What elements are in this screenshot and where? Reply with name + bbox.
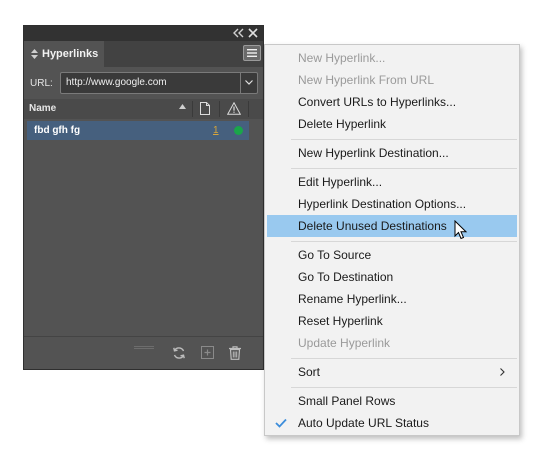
double-chevron-icon[interactable] bbox=[232, 28, 244, 38]
menu-separator bbox=[291, 168, 517, 169]
hyperlinks-panel: Hyperlinks URL: http://www.google.com Na… bbox=[23, 25, 264, 370]
menu-item-label: Rename Hyperlink... bbox=[298, 292, 407, 306]
menu-item-label: Delete Unused Destinations bbox=[298, 219, 447, 233]
menu-item-label: Hyperlink Destination Options... bbox=[298, 197, 467, 211]
chevron-down-icon bbox=[245, 80, 253, 85]
column-divider bbox=[192, 101, 193, 117]
menu-item-label: Delete Hyperlink bbox=[298, 117, 387, 131]
menu-item-destination-options[interactable]: Hyperlink Destination Options... bbox=[267, 193, 517, 215]
refresh-icon[interactable] bbox=[172, 346, 186, 360]
hyperlink-row[interactable]: fbd gfh fg 1 bbox=[27, 121, 249, 140]
menu-item-label: Auto Update URL Status bbox=[298, 416, 429, 430]
tab-hyperlinks[interactable]: Hyperlinks bbox=[24, 41, 104, 67]
menu-item-rename-hyperlink[interactable]: Rename Hyperlink... bbox=[267, 288, 517, 310]
sort-ascending-icon[interactable] bbox=[179, 104, 186, 109]
panel-tab-bar: Hyperlinks bbox=[24, 41, 263, 67]
tab-label: Hyperlinks bbox=[42, 48, 99, 60]
close-icon[interactable] bbox=[248, 28, 258, 38]
menu-item-auto-update-url-status[interactable]: Auto Update URL Status bbox=[267, 412, 517, 434]
menu-item-label: Small Panel Rows bbox=[298, 394, 396, 408]
new-hyperlink-icon[interactable] bbox=[201, 346, 214, 359]
menu-item-new-hyperlink-destination[interactable]: New Hyperlink Destination... bbox=[267, 142, 517, 164]
panel-menu-button[interactable] bbox=[243, 45, 261, 61]
column-divider bbox=[248, 101, 249, 117]
menu-item-label: New Hyperlink Destination... bbox=[298, 146, 449, 160]
menu-item-go-to-destination[interactable]: Go To Destination bbox=[267, 266, 517, 288]
url-value: http://www.google.com bbox=[66, 77, 167, 88]
menu-item-delete-unused-destinations[interactable]: Delete Unused Destinations bbox=[267, 215, 517, 237]
menu-item-label: Edit Hyperlink... bbox=[298, 175, 383, 189]
url-label: URL: bbox=[30, 78, 53, 89]
hyperlink-name: fbd gfh fg bbox=[34, 125, 81, 136]
menu-item-convert-urls[interactable]: Convert URLs to Hyperlinks... bbox=[267, 91, 517, 113]
menu-item-sort[interactable]: Sort bbox=[267, 361, 517, 383]
hyperlink-page-link[interactable]: 1 bbox=[213, 125, 219, 136]
resize-grip-icon[interactable] bbox=[134, 346, 154, 349]
warning-icon[interactable] bbox=[227, 102, 241, 115]
list-header: Name bbox=[24, 99, 263, 119]
checkmark-icon bbox=[275, 418, 287, 428]
trash-icon[interactable] bbox=[229, 346, 241, 360]
menu-item-reset-hyperlink[interactable]: Reset Hyperlink bbox=[267, 310, 517, 332]
menu-separator bbox=[291, 358, 517, 359]
menu-item-label: Reset Hyperlink bbox=[298, 314, 383, 328]
expand-collapse-icon[interactable] bbox=[31, 49, 38, 59]
page-icon[interactable] bbox=[200, 102, 210, 115]
panel-title-bar[interactable] bbox=[24, 26, 263, 41]
menu-item-new-hyperlink-from-url[interactable]: New Hyperlink From URL bbox=[267, 69, 517, 91]
menu-item-new-hyperlink[interactable]: New Hyperlink... bbox=[267, 47, 517, 69]
menu-item-label: New Hyperlink... bbox=[298, 51, 386, 65]
hamburger-icon bbox=[247, 49, 257, 57]
mouse-pointer-icon bbox=[454, 220, 468, 240]
menu-item-label: Sort bbox=[298, 365, 321, 379]
menu-item-small-panel-rows[interactable]: Small Panel Rows bbox=[267, 390, 517, 412]
menu-separator bbox=[291, 387, 517, 388]
url-input[interactable]: http://www.google.com bbox=[60, 72, 258, 94]
panel-footer bbox=[24, 336, 263, 369]
menu-item-label: Update Hyperlink bbox=[298, 336, 391, 350]
chevron-right-icon bbox=[500, 368, 505, 376]
status-ok-indicator bbox=[234, 126, 243, 135]
menu-item-label: Go To Destination bbox=[298, 270, 394, 284]
menu-item-label: New Hyperlink From URL bbox=[298, 73, 435, 87]
menu-item-delete-hyperlink[interactable]: Delete Hyperlink bbox=[267, 113, 517, 135]
menu-item-label: Go To Source bbox=[298, 248, 372, 262]
menu-item-edit-hyperlink[interactable]: Edit Hyperlink... bbox=[267, 171, 517, 193]
menu-item-label: Convert URLs to Hyperlinks... bbox=[298, 95, 457, 109]
column-name-header[interactable]: Name bbox=[29, 103, 56, 114]
menu-item-update-hyperlink[interactable]: Update Hyperlink bbox=[267, 332, 517, 354]
menu-separator bbox=[291, 241, 517, 242]
panel-context-menu: New Hyperlink... New Hyperlink From URL … bbox=[264, 44, 520, 436]
column-divider bbox=[219, 101, 220, 117]
menu-separator bbox=[291, 139, 517, 140]
hyperlink-list-empty-area[interactable] bbox=[24, 141, 263, 337]
menu-item-go-to-source[interactable]: Go To Source bbox=[267, 244, 517, 266]
url-dropdown-button[interactable] bbox=[240, 73, 257, 93]
